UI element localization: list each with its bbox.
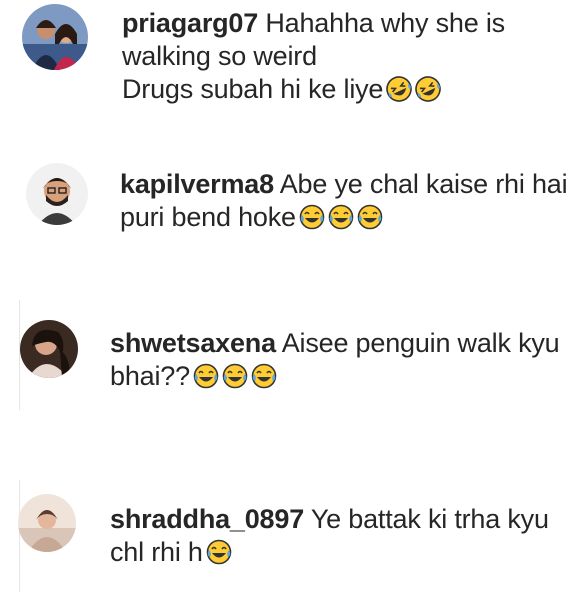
- rofl-emoji: [415, 76, 442, 102]
- comment-username[interactable]: priagarg07: [122, 8, 258, 38]
- comment-text-block: shwetsaxena Aisee penguin walk kyu bhai?…: [110, 320, 569, 393]
- tears-of-joy-emoji: [251, 363, 277, 389]
- comment-item: kapilverma8 Abe ye chal kaise rhi hai pu…: [26, 163, 569, 234]
- rofl-emoji: [386, 76, 413, 102]
- tears-of-joy-emoji: [357, 204, 383, 230]
- comment-text-block: kapilverma8 Abe ye chal kaise rhi hai pu…: [120, 163, 569, 234]
- comment-text-block: shraddha_0897 Ye battak ki trha kyu chl …: [110, 494, 569, 569]
- tears-of-joy-emoji: [206, 539, 232, 565]
- comment-item: priagarg07 Hahahha why she is walking so…: [22, 4, 562, 106]
- tears-of-joy-emoji: [328, 204, 354, 230]
- avatar[interactable]: [22, 4, 88, 70]
- comment-username[interactable]: shwetsaxena: [110, 328, 276, 358]
- comment-text-block: priagarg07 Hahahha why she is walking so…: [122, 4, 562, 106]
- avatar[interactable]: [18, 494, 76, 552]
- comment-username[interactable]: shraddha_0897: [110, 504, 304, 534]
- tears-of-joy-emoji: [299, 204, 325, 230]
- comment-item: shraddha_0897 Ye battak ki trha kyu chl …: [18, 494, 569, 569]
- tears-of-joy-emoji: [193, 363, 219, 389]
- tears-of-joy-emoji: [222, 363, 248, 389]
- avatar[interactable]: [26, 163, 88, 225]
- comment-item: shwetsaxena Aisee penguin walk kyu bhai?…: [20, 320, 569, 393]
- avatar[interactable]: [20, 320, 78, 378]
- comment-username[interactable]: kapilverma8: [120, 169, 274, 199]
